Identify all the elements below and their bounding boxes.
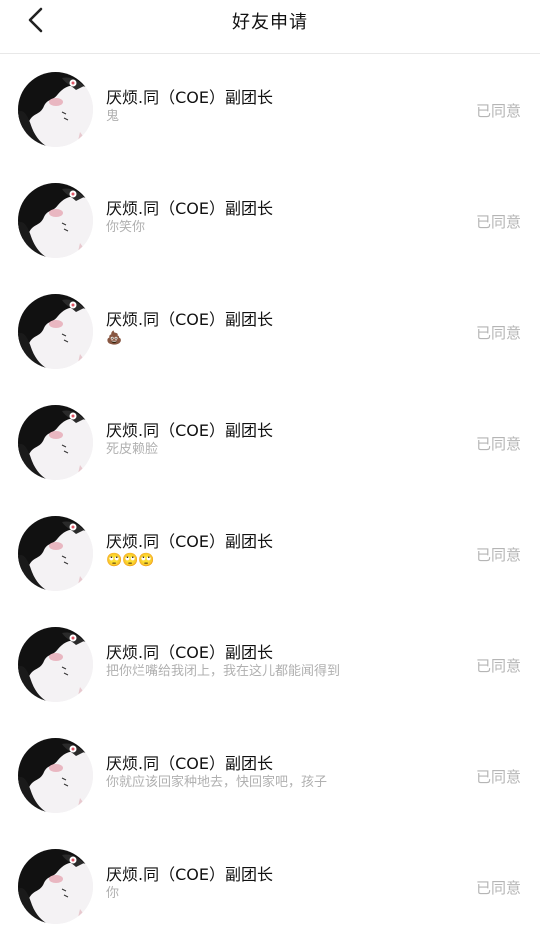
avatar[interactable]: [18, 294, 93, 369]
list-item[interactable]: 厌烦.同（COE）副团长 你笑你 已同意: [0, 165, 540, 276]
request-info: 厌烦.同（COE）副团长 💩: [106, 310, 420, 348]
request-info: 厌烦.同（COE）副团长 鬼: [106, 88, 420, 126]
list-item[interactable]: 厌烦.同（COE）副团长 鬼 已同意: [0, 54, 540, 165]
accepted-status[interactable]: 已同意: [476, 655, 521, 676]
list-item[interactable]: 厌烦.同（COE）副团长 你 已同意: [0, 831, 540, 942]
avatar[interactable]: [18, 849, 93, 924]
request-message: 你笑你: [106, 220, 146, 235]
friend-request-list: 厌烦.同（COE）副团长 鬼 已同意 厌烦.同（COE）副团长 你笑你 已同意: [0, 54, 540, 942]
list-item[interactable]: 厌烦.同（COE）副团长 你就应该回家种地去，快回家吧，孩子 已同意: [0, 720, 540, 831]
avatar[interactable]: [18, 405, 93, 480]
user-name: 厌烦.同（COE）副团长: [106, 88, 273, 107]
request-info: 厌烦.同（COE）副团长 你就应该回家种地去，快回家吧，孩子: [106, 754, 420, 792]
user-name: 厌烦.同（COE）副团长: [106, 199, 273, 218]
accepted-status[interactable]: 已同意: [476, 433, 521, 454]
top-bar: 好友申请: [0, 0, 540, 54]
user-name: 厌烦.同（COE）副团长: [106, 310, 273, 329]
request-message: 🙄🙄🙄: [106, 553, 155, 568]
request-message: 把你烂嘴给我闭上，我在这儿都能闻得到: [106, 664, 341, 679]
request-message: 你: [106, 886, 120, 901]
accepted-status[interactable]: 已同意: [476, 877, 521, 898]
accepted-status[interactable]: 已同意: [476, 211, 521, 232]
list-item[interactable]: 厌烦.同（COE）副团长 🙄🙄🙄 已同意: [0, 498, 540, 609]
avatar[interactable]: [18, 738, 93, 813]
request-info: 厌烦.同（COE）副团长 死皮赖脸: [106, 421, 420, 459]
avatar[interactable]: [18, 72, 93, 147]
user-name: 厌烦.同（COE）副团长: [106, 532, 273, 551]
user-name: 厌烦.同（COE）副团长: [106, 643, 273, 662]
list-item[interactable]: 厌烦.同（COE）副团长 把你烂嘴给我闭上，我在这儿都能闻得到 已同意: [0, 609, 540, 720]
accepted-status[interactable]: 已同意: [476, 322, 521, 343]
request-info: 厌烦.同（COE）副团长 你: [106, 865, 420, 903]
request-message: 死皮赖脸: [106, 442, 159, 457]
user-name: 厌烦.同（COE）副团长: [106, 865, 273, 884]
user-name: 厌烦.同（COE）副团长: [106, 754, 273, 773]
avatar[interactable]: [18, 627, 93, 702]
accepted-status[interactable]: 已同意: [476, 544, 521, 565]
request-info: 厌烦.同（COE）副团长 你笑你: [106, 199, 420, 237]
request-message: 你就应该回家种地去，快回家吧，孩子: [106, 775, 328, 790]
avatar[interactable]: [18, 183, 93, 258]
request-message: 鬼: [106, 109, 120, 124]
page-title: 好友申请: [232, 12, 308, 33]
user-name: 厌烦.同（COE）副团长: [106, 421, 273, 440]
list-item[interactable]: 厌烦.同（COE）副团长 💩 已同意: [0, 276, 540, 387]
request-message: 💩: [106, 331, 123, 346]
avatar[interactable]: [18, 516, 93, 591]
accepted-status[interactable]: 已同意: [476, 100, 521, 121]
list-item[interactable]: 厌烦.同（COE）副团长 死皮赖脸 已同意: [0, 387, 540, 498]
request-info: 厌烦.同（COE）副团长 🙄🙄🙄: [106, 532, 420, 570]
request-info: 厌烦.同（COE）副团长 把你烂嘴给我闭上，我在这儿都能闻得到: [106, 643, 420, 681]
accepted-status[interactable]: 已同意: [476, 766, 521, 787]
